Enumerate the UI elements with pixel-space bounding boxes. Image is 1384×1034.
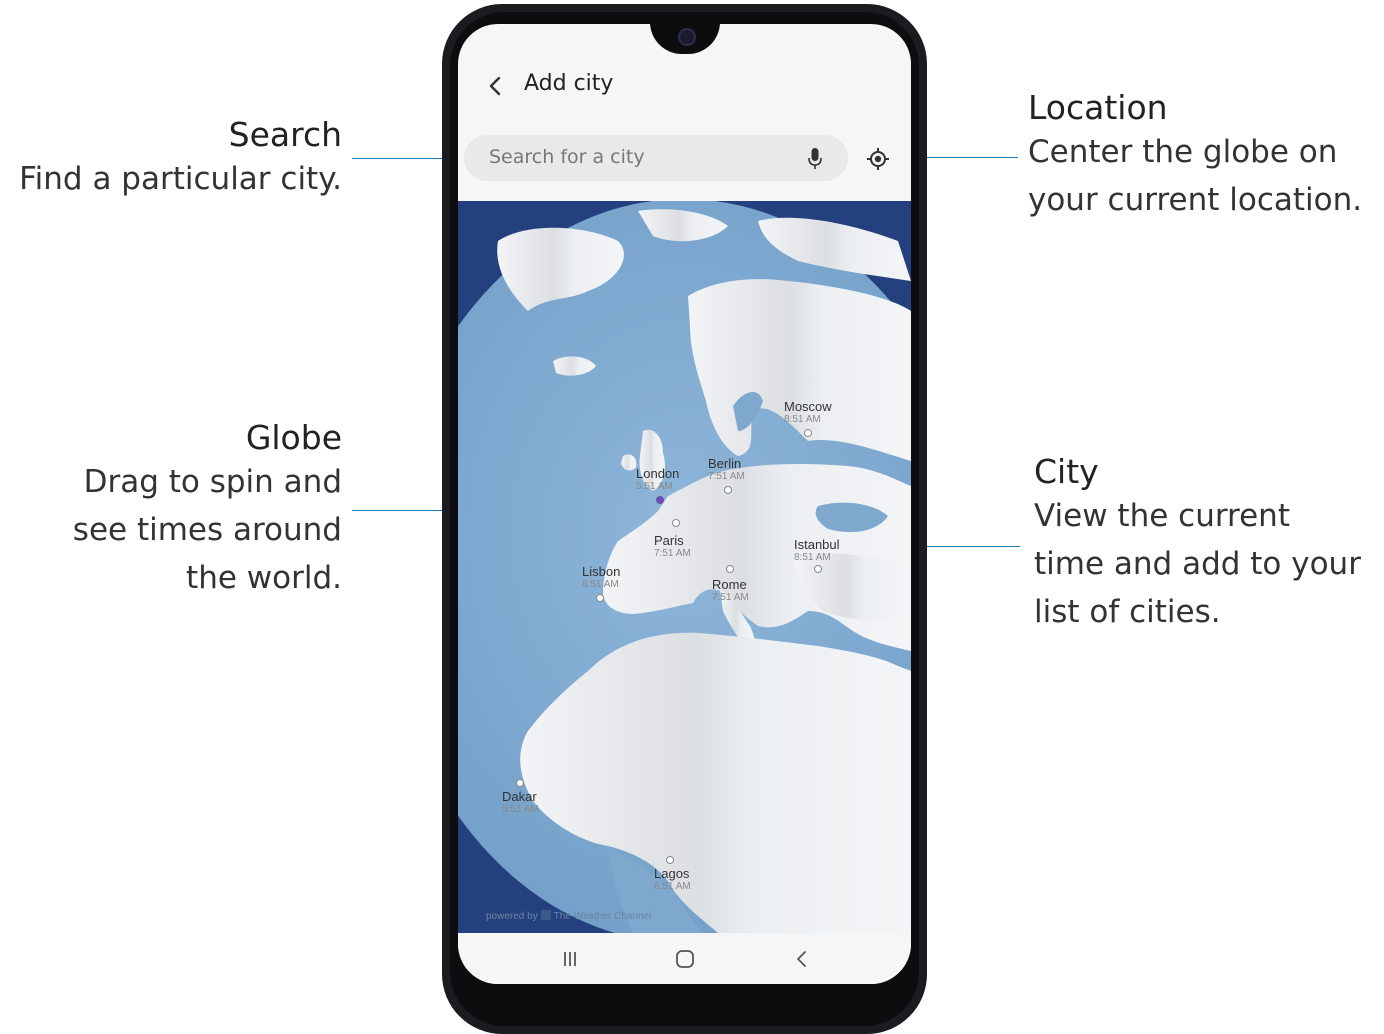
- globe-svg: [458, 201, 911, 933]
- city-time: 6:51 AM: [582, 579, 619, 590]
- city-name: Istanbul: [794, 537, 840, 552]
- city-callout-title: City: [1034, 452, 1099, 491]
- city-name: Berlin: [708, 456, 742, 471]
- home-icon[interactable]: [673, 947, 697, 971]
- nav-back-icon[interactable]: [790, 947, 814, 971]
- mic-icon[interactable]: [807, 147, 823, 171]
- city-marker-paris[interactable]: Paris 7:51 AM: [654, 519, 691, 559]
- search-placeholder: Search for a city: [489, 146, 645, 168]
- city-time: 8:51 AM: [794, 552, 831, 563]
- camera-notch: [650, 24, 720, 54]
- globe-callout: Globe Drag to spin and see times around …: [0, 418, 342, 602]
- city-dot: [596, 594, 604, 602]
- recents-icon[interactable]: [558, 947, 582, 971]
- front-camera-icon: [678, 28, 696, 46]
- city-dot: [656, 496, 664, 504]
- globe-callout-desc-1: Drag to spin and: [83, 464, 342, 500]
- weather-channel-attribution[interactable]: powered by The Weather Channel: [486, 910, 651, 922]
- city-name: Moscow: [784, 399, 832, 414]
- city-dot: [724, 486, 732, 494]
- city-marker-rome[interactable]: Rome 7:51 AM: [712, 565, 749, 603]
- city-name: London: [636, 466, 680, 481]
- search-callout-desc: Find a particular city.: [19, 161, 342, 197]
- city-dot: [804, 429, 812, 437]
- city-callout-desc-1: View the current: [1034, 498, 1290, 534]
- city-dot: [666, 856, 674, 864]
- search-input[interactable]: Search for a city: [464, 135, 848, 181]
- page-title: Add city: [524, 71, 614, 96]
- city-dot: [672, 519, 680, 527]
- location-callout-desc-2: your current location.: [1028, 182, 1363, 218]
- powered-by-brand: The Weather Channel: [553, 911, 652, 922]
- powered-by-prefix: powered by: [486, 911, 538, 922]
- location-callout: Location Center the globe on your curren…: [1028, 88, 1384, 224]
- city-time: 7:51 AM: [708, 471, 745, 482]
- city-marker-berlin[interactable]: Berlin 7:51 AM: [708, 456, 745, 494]
- back-button[interactable]: [482, 69, 512, 103]
- city-dot: [814, 565, 822, 573]
- globe-map[interactable]: Moscow 8:51 AM London 5:51 AM Berlin 7:5…: [458, 201, 911, 933]
- city-callout-desc-2: time and add to your: [1034, 546, 1361, 582]
- weather-channel-logo-icon: [540, 910, 551, 920]
- city-time: 6:51 AM: [654, 881, 691, 892]
- city-marker-istanbul[interactable]: Istanbul 8:51 AM: [794, 537, 840, 573]
- city-marker-lisbon[interactable]: Lisbon 6:51 AM: [582, 564, 621, 602]
- city-dot: [516, 779, 524, 787]
- city-marker-lagos[interactable]: Lagos 6:51 AM: [654, 856, 691, 892]
- city-marker-dakar[interactable]: Dakar 5:51 AM: [502, 779, 539, 815]
- city-callout: City View the current time and add to yo…: [1034, 452, 1384, 636]
- city-time: 7:51 AM: [654, 548, 691, 559]
- location-callout-title: Location: [1028, 88, 1168, 127]
- city-time: 7:51 AM: [712, 592, 749, 603]
- search-callout: Search Find a particular city.: [0, 115, 342, 203]
- chevron-left-icon: [489, 76, 501, 96]
- search-callout-title: Search: [228, 115, 342, 154]
- globe-callout-desc-3: the world.: [186, 560, 342, 596]
- city-time: 5:51 AM: [636, 481, 673, 492]
- location-callout-desc-1: Center the globe on: [1028, 134, 1338, 170]
- city-callout-desc-3: list of cities.: [1034, 594, 1221, 630]
- globe-callout-title: Globe: [245, 418, 342, 457]
- city-name: Lisbon: [582, 564, 621, 579]
- city-name: Dakar: [502, 789, 537, 804]
- city-time: 5:51 AM: [502, 804, 539, 815]
- crosshair-icon[interactable]: [866, 147, 890, 171]
- city-marker-london[interactable]: London 5:51 AM: [636, 466, 680, 504]
- city-name: Rome: [712, 577, 747, 592]
- app-bar: Add city: [458, 69, 911, 109]
- phone-screen: Add city Search for a city Moscow 8:51 A…: [458, 24, 911, 984]
- city-marker-moscow[interactable]: Moscow 8:51 AM: [784, 399, 832, 437]
- system-nav-bar: [458, 933, 911, 984]
- city-name: Paris: [654, 533, 684, 548]
- city-name: Lagos: [654, 866, 690, 881]
- city-dot: [726, 565, 734, 573]
- city-time: 8:51 AM: [784, 414, 821, 425]
- globe-callout-desc-2: see times around: [72, 512, 342, 548]
